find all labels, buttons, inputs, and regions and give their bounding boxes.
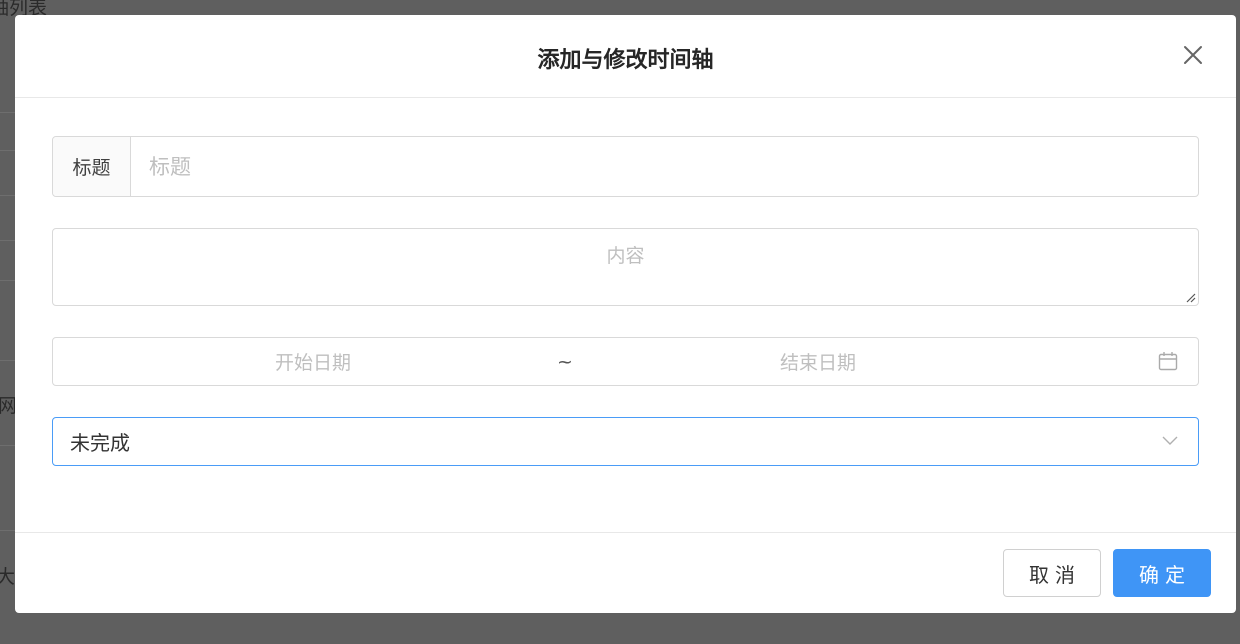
confirm-button[interactable]: 确定 (1113, 549, 1211, 597)
status-select[interactable]: 未完成 (52, 417, 1199, 466)
resize-grip-icon[interactable] (1184, 291, 1196, 303)
calendar-icon (1158, 352, 1178, 371)
end-date-input[interactable]: 结束日期 (568, 338, 1068, 385)
timeline-dialog: 添加与修改时间轴 标题 开始日期 ~ 结束日期 未完成 (15, 15, 1236, 613)
status-select-value: 未完成 (70, 431, 130, 455)
background-text-fragment: 大 (0, 566, 16, 588)
title-addon-label: 标题 (53, 137, 131, 196)
close-icon[interactable] (1182, 44, 1204, 66)
cancel-button[interactable]: 取消 (1003, 549, 1101, 597)
chevron-down-icon (1162, 436, 1178, 445)
content-textarea[interactable] (53, 229, 1198, 305)
content-field (52, 228, 1199, 306)
title-field: 标题 (52, 136, 1199, 197)
title-input[interactable] (132, 137, 1198, 196)
dialog-title: 添加与修改时间轴 (537, 48, 714, 73)
dialog-header: 添加与修改时间轴 (15, 15, 1236, 98)
date-range-picker[interactable]: 开始日期 ~ 结束日期 (52, 337, 1199, 386)
start-date-input[interactable]: 开始日期 (63, 338, 563, 385)
dialog-footer: 取消 确定 (15, 532, 1236, 613)
